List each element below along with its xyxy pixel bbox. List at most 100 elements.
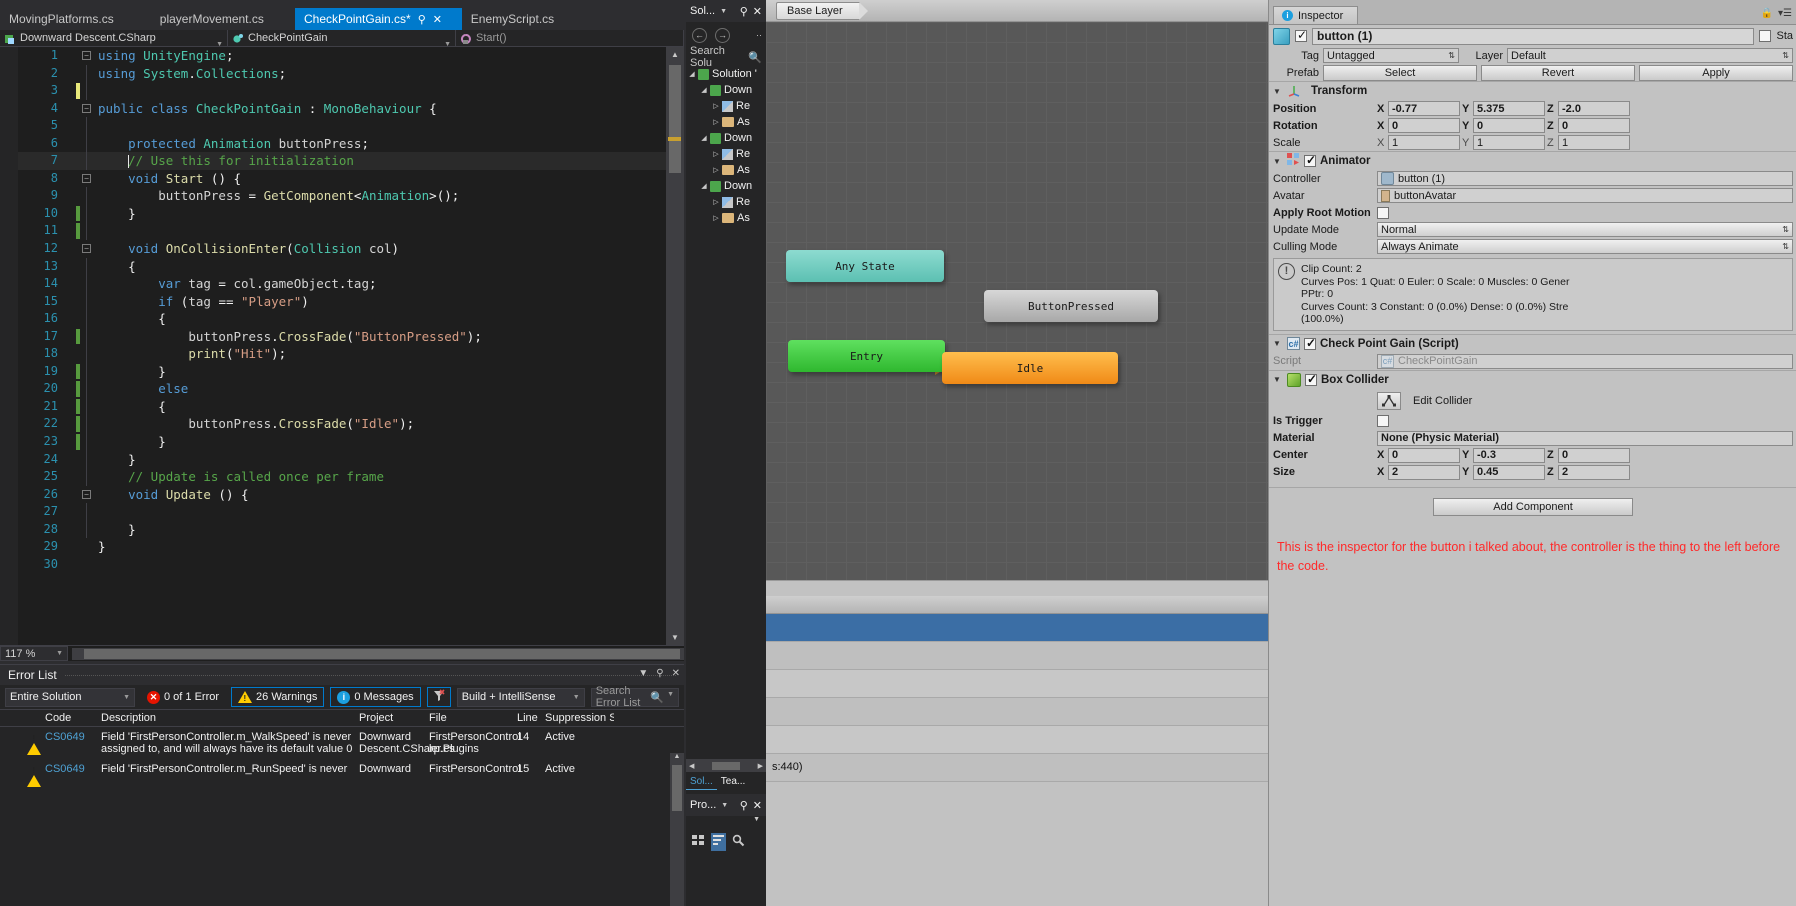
- solution-horizontal-scrollbar[interactable]: ◀ ▶: [686, 759, 766, 772]
- error-list-rows[interactable]: CS0649 Field 'FirstPersonController.m_Wal…: [0, 727, 684, 787]
- error-column-header[interactable]: Line: [512, 712, 540, 724]
- code-line[interactable]: 1 − using UnityEngine;: [18, 47, 684, 65]
- script-enabled-checkbox[interactable]: [1304, 336, 1316, 350]
- chevron-down-icon[interactable]: ◢: [686, 70, 698, 78]
- code-line[interactable]: 29}: [18, 538, 684, 556]
- foldout-arrow-icon[interactable]: ▼: [1273, 157, 1283, 166]
- chevron-down-icon[interactable]: ◢: [698, 86, 710, 94]
- chevron-down-icon[interactable]: ▼: [638, 668, 648, 679]
- code-line[interactable]: 10 }: [18, 204, 684, 223]
- culling-mode-dropdown[interactable]: Always Animate: [1377, 239, 1793, 254]
- transform-position-x-field[interactable]: -0.77: [1388, 101, 1460, 116]
- animator-state-any[interactable]: Any State: [786, 250, 944, 282]
- warnings-toggle-button[interactable]: 26 Warnings: [231, 687, 325, 707]
- editor-horizontal-scrollbar[interactable]: [72, 648, 684, 660]
- tree-item[interactable]: ▷ Re: [686, 194, 766, 210]
- code-line[interactable]: 27: [18, 503, 684, 521]
- code-line[interactable]: 8 − void Start () {: [18, 170, 684, 188]
- size-z-field[interactable]: 2: [1558, 464, 1630, 480]
- properties-collapse-chevron-icon[interactable]: ▼: [686, 816, 766, 830]
- solution-search-input[interactable]: Search Solu 🔍: [686, 45, 766, 69]
- code-line[interactable]: 5: [18, 117, 684, 135]
- tree-item[interactable]: ▷ Re: [686, 146, 766, 162]
- solution-bottom-tabs[interactable]: Sol... Tea...: [686, 774, 766, 790]
- scrollbar-thumb[interactable]: [672, 765, 682, 811]
- code-line[interactable]: 26 − void Update () {: [18, 486, 684, 504]
- code-line[interactable]: 12 − void OnCollisionEnter(Collision col): [18, 240, 684, 258]
- error-column-header[interactable]: Project: [354, 712, 424, 724]
- tree-item[interactable]: ▷ As: [686, 114, 766, 130]
- scroll-up-arrow-icon[interactable]: ▲: [666, 47, 684, 62]
- scope-dropdown[interactable]: Entire Solution ▼: [5, 687, 135, 707]
- editor-tab-2[interactable]: CheckPointGain.cs* ⚲ ✕: [295, 8, 462, 30]
- editor-tab-1[interactable]: playerMovement.cs: [151, 8, 281, 30]
- code-line[interactable]: 23 }: [18, 433, 684, 451]
- chevron-down-icon[interactable]: ▼: [667, 691, 674, 704]
- animator-layer-tab[interactable]: Base Layer: [776, 2, 868, 20]
- error-column-header[interactable]: Suppression St...: [540, 712, 614, 724]
- controller-object-field[interactable]: button (1): [1377, 171, 1793, 186]
- menu-icon[interactable]: ▾☰: [1778, 8, 1792, 19]
- code-line[interactable]: 17 buttonPress.CrossFade("ButtonPressed"…: [18, 327, 684, 346]
- chevron-right-icon[interactable]: ▷: [710, 198, 722, 206]
- chevron-down-icon[interactable]: ▼: [720, 8, 727, 15]
- transform-rotation-x-field[interactable]: 0: [1388, 118, 1460, 133]
- scrollbar-thumb[interactable]: [669, 65, 681, 173]
- tree-item[interactable]: ◢ Down: [686, 82, 766, 98]
- chevron-down-icon[interactable]: ◢: [698, 134, 710, 142]
- prefab-apply-button[interactable]: Apply: [1639, 64, 1793, 81]
- search-icon[interactable]: 🔍: [650, 691, 664, 704]
- tree-item[interactable]: ▷ As: [686, 162, 766, 178]
- close-icon[interactable]: ✕: [433, 14, 442, 26]
- foldout-arrow-icon[interactable]: ▼: [1273, 339, 1283, 348]
- box-collider-enabled-checkbox[interactable]: [1305, 372, 1317, 386]
- pin-icon[interactable]: ⚲: [656, 668, 663, 679]
- code-line[interactable]: 18 print("Hit");: [18, 345, 684, 363]
- script-object-field[interactable]: c# CheckPointGain: [1377, 353, 1793, 369]
- transform-scale-y-field[interactable]: 1: [1473, 135, 1545, 150]
- transform-scale-z-field[interactable]: 1: [1558, 135, 1630, 150]
- error-list-scrollbar[interactable]: ▲: [670, 753, 684, 906]
- fold-toggle-icon[interactable]: −: [82, 51, 91, 60]
- close-icon[interactable]: ✕: [672, 668, 680, 679]
- close-icon[interactable]: ✕: [753, 799, 762, 812]
- code-line[interactable]: 9 buttonPress = GetComponent<Animation>(…: [18, 187, 684, 205]
- layer-dropdown[interactable]: Default: [1507, 48, 1793, 63]
- apply-root-motion-checkbox[interactable]: [1377, 206, 1389, 219]
- animator-enabled-checkbox[interactable]: [1304, 153, 1316, 167]
- add-component-button[interactable]: Add Component: [1433, 497, 1633, 516]
- tag-dropdown[interactable]: Untagged: [1323, 48, 1459, 63]
- chevron-right-icon[interactable]: ▷: [710, 102, 722, 110]
- animator-state-pressed[interactable]: ButtonPressed: [984, 290, 1158, 322]
- gameobject-name-field[interactable]: button (1): [1312, 27, 1755, 45]
- errors-toggle-button[interactable]: ✕ 0 of 1 Error: [141, 687, 225, 707]
- clear-filter-button[interactable]: [426, 687, 451, 707]
- static-checkbox[interactable]: [1759, 30, 1772, 42]
- alphabetical-icon[interactable]: [711, 833, 726, 851]
- nav-project-dropdown[interactable]: Downward Descent.CSharp ▼: [0, 30, 228, 48]
- transform-position-z-field[interactable]: -2.0: [1558, 101, 1630, 116]
- categorized-icon[interactable]: [692, 834, 705, 850]
- solution-bottom-tab[interactable]: Tea...: [717, 774, 749, 790]
- messages-toggle-button[interactable]: i 0 Messages: [330, 687, 421, 707]
- chevron-right-icon[interactable]: ▷: [710, 150, 722, 158]
- forward-arrow-icon[interactable]: →: [715, 27, 730, 43]
- animator-component-header[interactable]: ▼ Animator: [1269, 151, 1796, 170]
- code-line[interactable]: 19 }: [18, 362, 684, 381]
- search-icon[interactable]: 🔍: [748, 51, 762, 64]
- code-line[interactable]: 7 // Use this for initialization: [18, 152, 684, 170]
- tree-item[interactable]: ◢ Down: [686, 178, 766, 194]
- chevron-right-icon[interactable]: ▷: [710, 166, 722, 174]
- properties-page-icon[interactable]: [732, 834, 745, 850]
- editor-glyph-margin[interactable]: [0, 47, 18, 645]
- code-line[interactable]: 28 }: [18, 520, 684, 539]
- prefab-select-button[interactable]: Select: [1323, 64, 1477, 81]
- chevron-right-icon[interactable]: ▷: [710, 118, 722, 126]
- code-line[interactable]: 6 protected Animation buttonPress;: [18, 134, 684, 153]
- transform-position-y-field[interactable]: 5.375: [1473, 101, 1545, 116]
- foldout-arrow-icon[interactable]: ▼: [1273, 375, 1283, 384]
- prefab-revert-button[interactable]: Revert: [1481, 64, 1635, 81]
- code-line[interactable]: 16 {: [18, 310, 684, 328]
- material-object-field[interactable]: None (Physic Material): [1377, 430, 1793, 446]
- is-trigger-checkbox[interactable]: [1377, 415, 1389, 427]
